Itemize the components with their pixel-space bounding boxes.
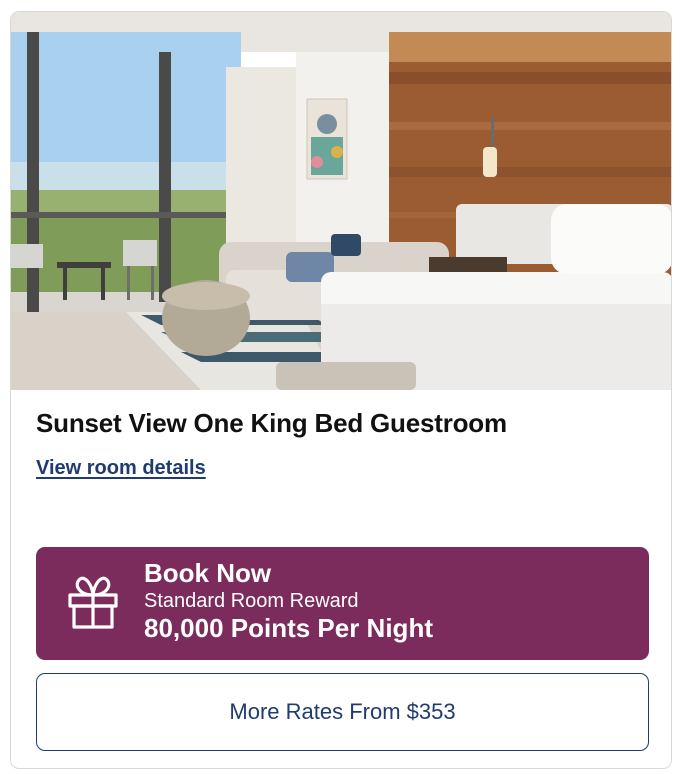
more-rates-button[interactable]: More Rates From $353 — [36, 673, 649, 751]
room-title: Sunset View One King Bed Guestroom — [36, 408, 507, 438]
gift-icon — [68, 576, 118, 629]
room-photo — [11, 12, 671, 390]
book-now-label: Book Now — [144, 558, 272, 588]
reward-type-label: Standard Room Reward — [144, 590, 359, 612]
view-room-details-link[interactable]: View room details — [36, 457, 206, 480]
points-per-night-label: 80,000 Points Per Night — [144, 613, 433, 643]
more-rates-label: More Rates From $353 — [229, 699, 456, 724]
room-card: Sunset View One King Bed Guestroom View … — [10, 11, 672, 769]
book-now-button[interactable]: Book Now Standard Room Reward 80,000 Poi… — [36, 547, 649, 660]
book-now-text: Book Now Standard Room Reward 80,000 Poi… — [144, 558, 433, 644]
